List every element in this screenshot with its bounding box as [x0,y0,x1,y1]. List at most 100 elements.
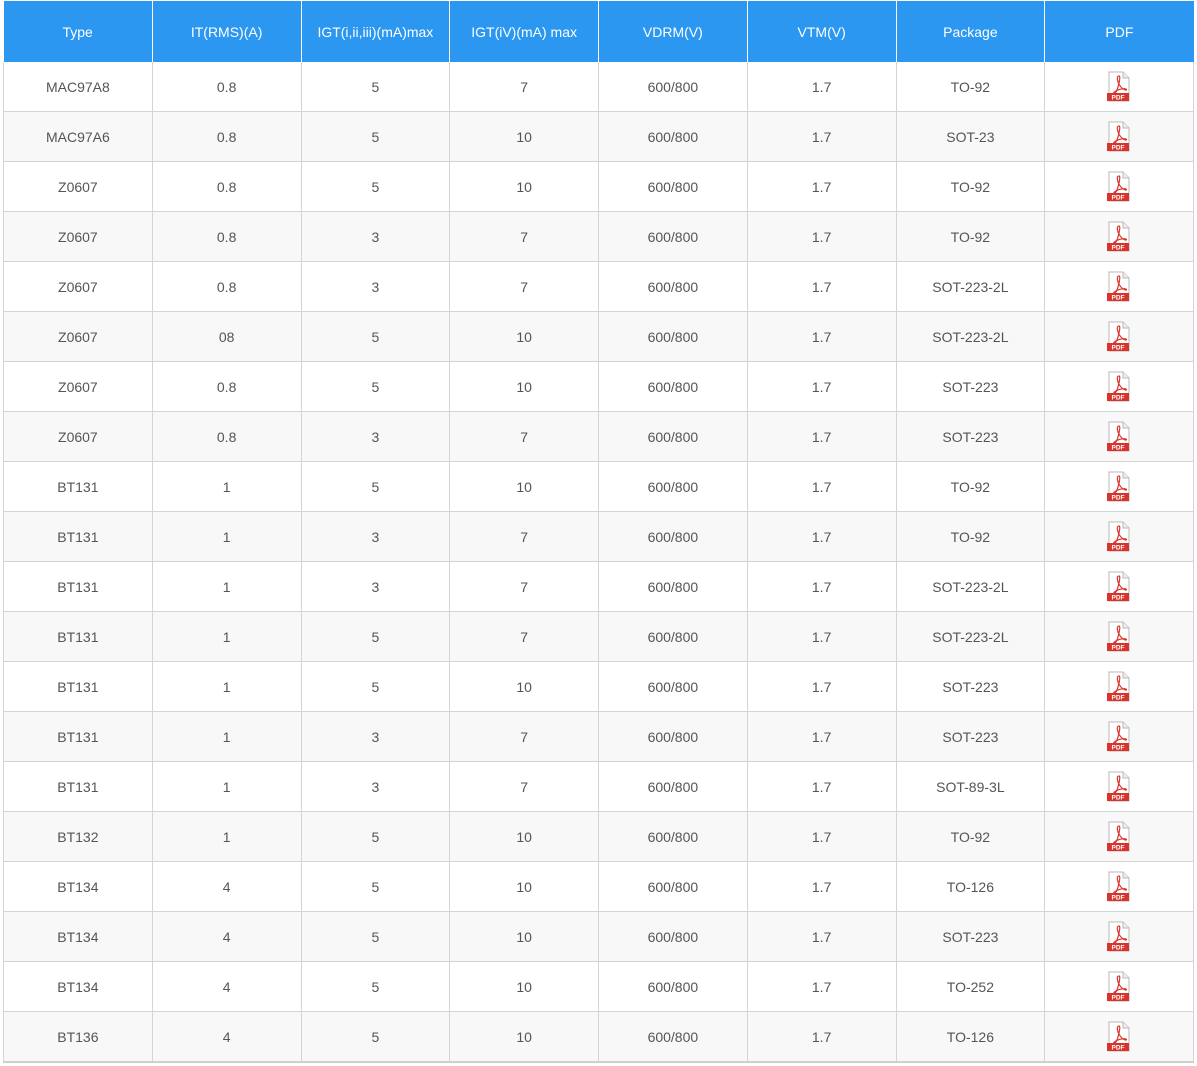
pdf-download-link[interactable]: PDF [1106,221,1132,253]
pdf-icon-label: PDF [1112,1044,1125,1051]
table-row: BT131 1 5 10 600/800 1.7 SOT-223 PDF [3,661,1194,712]
cell-pdf: PDF [1044,861,1194,912]
pdf-download-link[interactable]: PDF [1106,171,1132,203]
cell-igt-iv: 10 [449,911,599,962]
pdf-file-icon[interactable]: PDF [1106,771,1132,803]
pdf-file-icon[interactable]: PDF [1106,271,1132,303]
pdf-download-link[interactable]: PDF [1106,571,1132,603]
pdf-file-icon[interactable]: PDF [1106,421,1132,453]
pdf-file-icon[interactable]: PDF [1106,971,1132,1003]
pdf-download-link[interactable]: PDF [1106,471,1132,503]
cell-vtm: 1.7 [747,211,897,262]
pdf-file-icon[interactable]: PDF [1106,371,1132,403]
cell-igt-i-ii-iii: 3 [301,511,451,562]
cell-it-rms: 1 [152,561,302,612]
pdf-download-link[interactable]: PDF [1106,271,1132,303]
cell-package: SOT-223-2L [896,311,1046,362]
pdf-download-link[interactable]: PDF [1106,871,1132,903]
cell-pdf: PDF [1044,311,1194,362]
cell-type: MAC97A8 [3,62,153,112]
cell-package: SOT-223-2L [896,561,1046,612]
header-type: Type [3,1,153,62]
pdf-download-link[interactable]: PDF [1106,621,1132,653]
pdf-download-link[interactable]: PDF [1106,321,1132,353]
cell-type: BT131 [3,561,153,612]
cell-igt-i-ii-iii: 5 [301,811,451,862]
cell-pdf: PDF [1044,161,1194,212]
cell-igt-i-ii-iii: 5 [301,1011,451,1063]
cell-pdf: PDF [1044,361,1194,412]
cell-igt-iv: 10 [449,111,599,162]
pdf-file-icon[interactable]: PDF [1106,121,1132,153]
cell-package: TO-92 [896,811,1046,862]
cell-igt-iv: 10 [449,661,599,712]
cell-package: SOT-223-2L [896,611,1046,662]
cell-it-rms: 0.8 [152,261,302,312]
cell-pdf: PDF [1044,62,1194,112]
cell-pdf: PDF [1044,761,1194,812]
cell-igt-i-ii-iii: 5 [301,361,451,412]
cell-it-rms: 1 [152,661,302,712]
cell-package: TO-92 [896,62,1046,112]
pdf-download-link[interactable]: PDF [1106,521,1132,553]
cell-vdrm: 600/800 [598,711,748,762]
pdf-icon-label: PDF [1112,344,1125,351]
pdf-file-icon[interactable]: PDF [1106,321,1132,353]
pdf-download-link[interactable]: PDF [1106,671,1132,703]
pdf-icon-label: PDF [1112,444,1125,451]
pdf-file-icon[interactable]: PDF [1106,471,1132,503]
cell-it-rms: 1 [152,611,302,662]
pdf-download-link[interactable]: PDF [1106,121,1132,153]
cell-package: TO-92 [896,161,1046,212]
pdf-download-link[interactable]: PDF [1106,721,1132,753]
pdf-file-icon[interactable]: PDF [1106,71,1132,103]
pdf-file-icon[interactable]: PDF [1106,1021,1132,1053]
pdf-download-link[interactable]: PDF [1106,371,1132,403]
pdf-icon-label: PDF [1112,794,1125,801]
header-vtm: VTM(V) [747,1,897,62]
pdf-download-link[interactable]: PDF [1106,971,1132,1003]
pdf-file-icon[interactable]: PDF [1106,921,1132,953]
pdf-file-icon[interactable]: PDF [1106,821,1132,853]
cell-igt-iv: 7 [449,511,599,562]
pdf-file-icon[interactable]: PDF [1106,221,1132,253]
cell-package: SOT-223 [896,411,1046,462]
pdf-download-link[interactable]: PDF [1106,921,1132,953]
cell-package: TO-126 [896,1011,1046,1063]
cell-vdrm: 600/800 [598,611,748,662]
cell-vtm: 1.7 [747,261,897,312]
pdf-download-link[interactable]: PDF [1106,71,1132,103]
pdf-file-icon[interactable]: PDF [1106,521,1132,553]
table-row: Z0607 0.8 3 7 600/800 1.7 SOT-223-2L PDF [3,261,1194,312]
cell-type: BT134 [3,961,153,1012]
table-row: BT134 4 5 10 600/800 1.7 TO-252 PDF [3,961,1194,1012]
cell-pdf: PDF [1044,611,1194,662]
pdf-download-link[interactable]: PDF [1106,771,1132,803]
pdf-file-icon[interactable]: PDF [1106,721,1132,753]
cell-igt-i-ii-iii: 5 [301,861,451,912]
cell-igt-iv: 10 [449,1011,599,1063]
pdf-file-icon[interactable]: PDF [1106,671,1132,703]
cell-pdf: PDF [1044,711,1194,762]
cell-igt-i-ii-iii: 3 [301,211,451,262]
cell-igt-iv: 10 [449,811,599,862]
pdf-file-icon[interactable]: PDF [1106,171,1132,203]
cell-pdf: PDF [1044,211,1194,262]
pdf-file-icon[interactable]: PDF [1106,571,1132,603]
cell-igt-i-ii-iii: 5 [301,461,451,512]
cell-igt-iv: 7 [449,761,599,812]
pdf-file-icon[interactable]: PDF [1106,621,1132,653]
cell-igt-i-ii-iii: 5 [301,611,451,662]
cell-igt-i-ii-iii: 3 [301,711,451,762]
pdf-download-link[interactable]: PDF [1106,421,1132,453]
pdf-download-link[interactable]: PDF [1106,821,1132,853]
cell-it-rms: 08 [152,311,302,362]
cell-package: SOT-223 [896,711,1046,762]
pdf-download-link[interactable]: PDF [1106,1021,1132,1053]
cell-igt-iv: 7 [449,611,599,662]
table-row: Z0607 0.8 5 10 600/800 1.7 SOT-223 PDF [3,361,1194,412]
pdf-icon-label: PDF [1112,194,1125,201]
pdf-file-icon[interactable]: PDF [1106,871,1132,903]
cell-igt-i-ii-iii: 3 [301,761,451,812]
cell-pdf: PDF [1044,561,1194,612]
